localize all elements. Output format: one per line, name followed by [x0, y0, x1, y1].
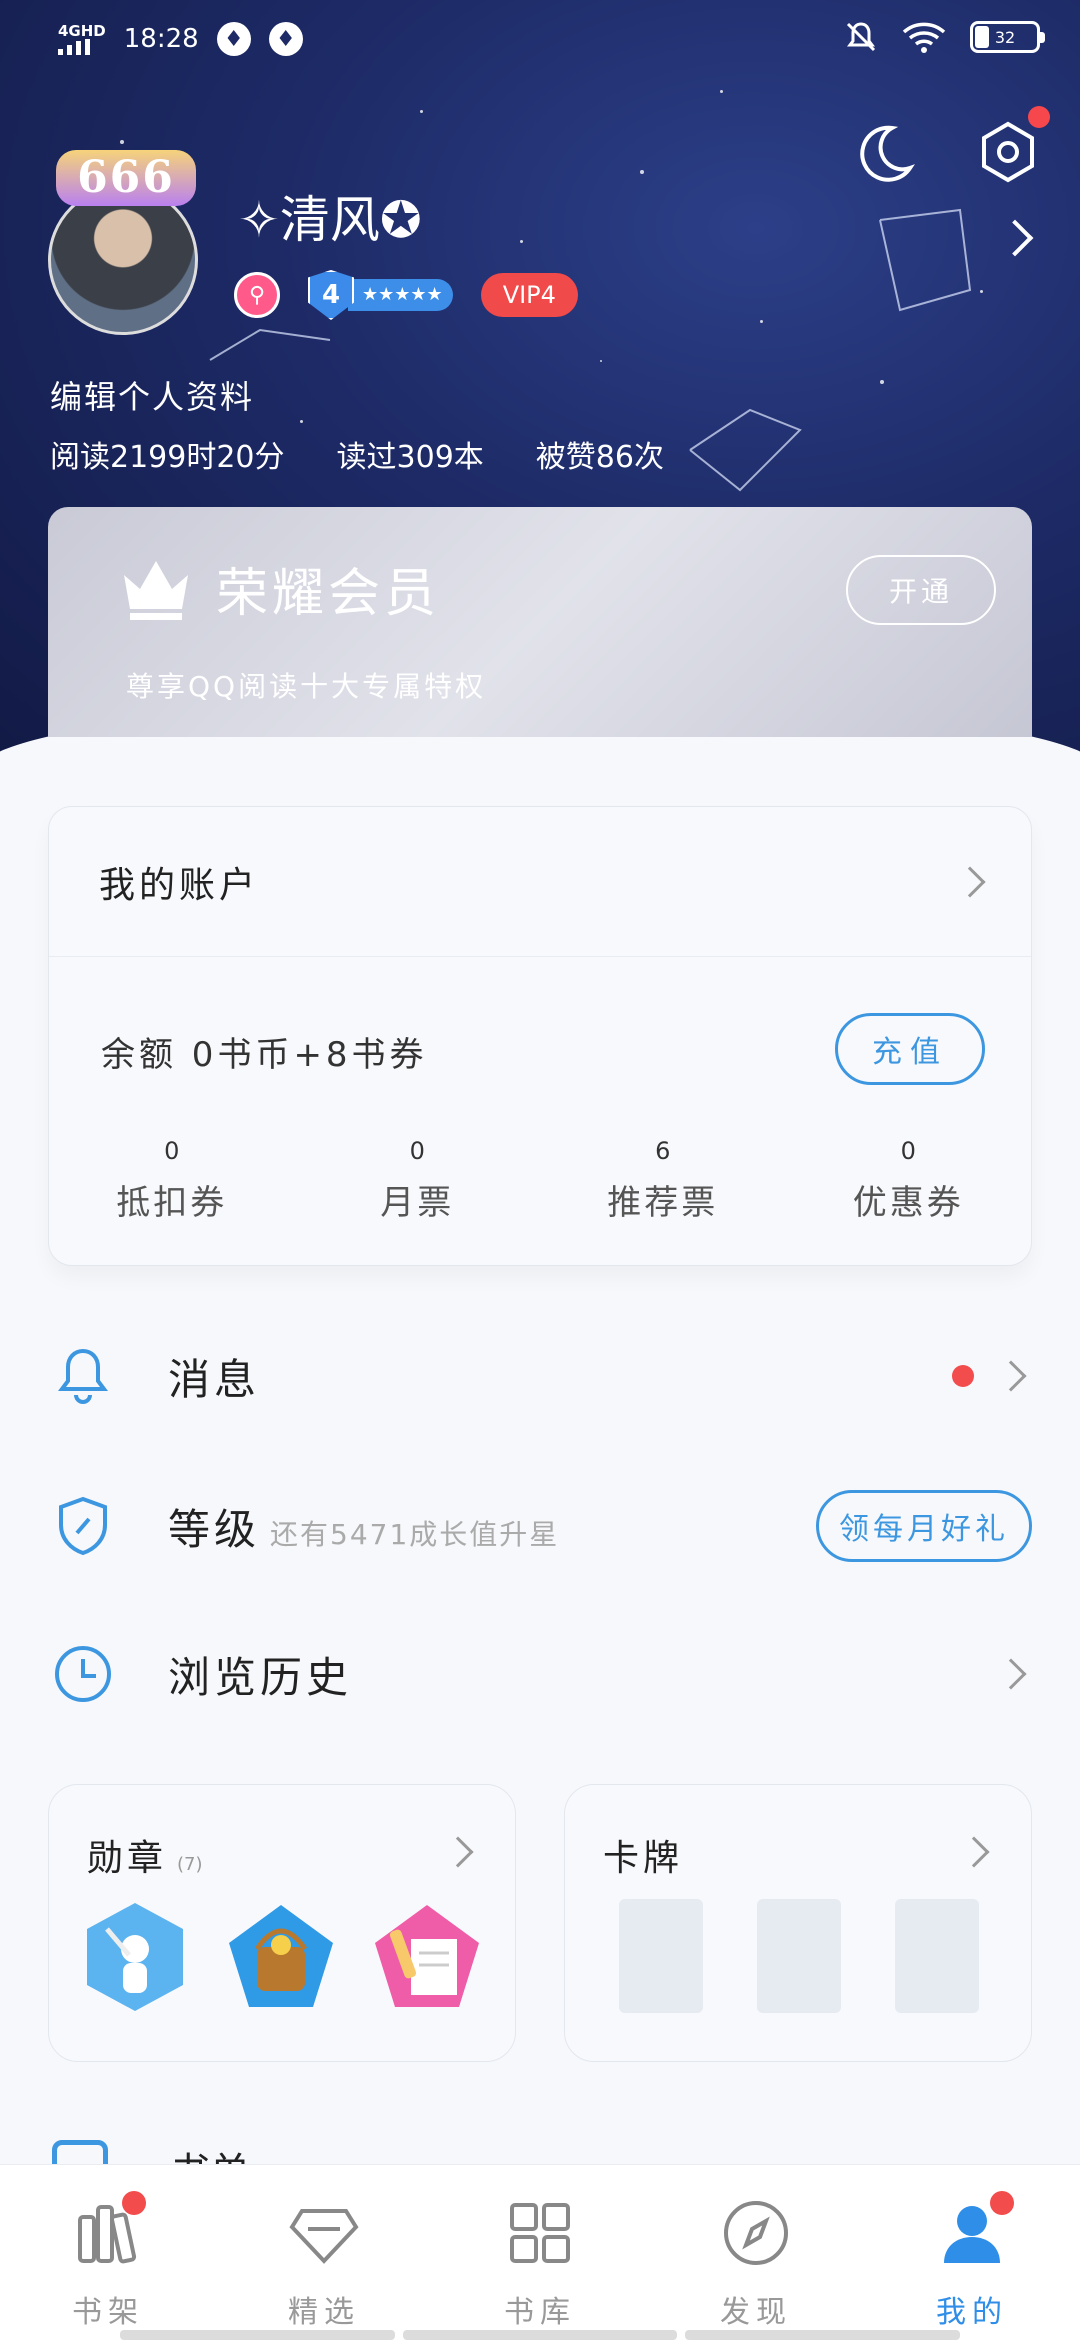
- vip-badge[interactable]: VIP4: [480, 273, 578, 317]
- account-title: 我的账户: [99, 864, 260, 906]
- bell-icon: [58, 1348, 108, 1404]
- monthly-gift-button[interactable]: 领每月好礼: [816, 1490, 1032, 1562]
- signal-indicator: 4GHD: [58, 23, 106, 55]
- notification-app-icon: ♦: [268, 22, 303, 56]
- chevron-right-icon: [995, 1658, 1027, 1690]
- medals-count: (7): [177, 1854, 203, 1875]
- messages-label: 消息: [168, 1354, 261, 1404]
- knight-medal-icon[interactable]: [77, 1899, 193, 2015]
- unread-dot: [952, 1365, 974, 1387]
- card-slot[interactable]: [619, 1899, 703, 2013]
- chevron-right-icon: [442, 1836, 474, 1868]
- ticket-coupon[interactable]: 0 优惠券: [786, 1137, 1032, 1224]
- balance-text: 余额 0书币+8书券: [101, 1035, 428, 1075]
- reading-stats: 阅读2199时20分 读过309本 被赞86次: [50, 432, 664, 476]
- recharge-button[interactable]: 充值: [835, 1013, 985, 1085]
- level-label: 等级: [168, 1504, 261, 1554]
- vip-membership-card[interactable]: 荣耀会员 尊享QQ阅读十大专属特权 开通: [48, 507, 1032, 737]
- clock-icon: [55, 1646, 111, 1702]
- stat-likes: 被赞86次: [535, 440, 664, 475]
- ticket-recommend[interactable]: 6 推荐票: [540, 1137, 786, 1224]
- tab-me[interactable]: 我的: [864, 2165, 1080, 2340]
- vip-title: 荣耀会员: [216, 564, 441, 624]
- night-mode-icon[interactable]: [852, 122, 916, 186]
- card-slot[interactable]: [757, 1899, 841, 2013]
- medals-title: 勋章: [87, 1838, 168, 1879]
- avatar[interactable]: 666: [44, 150, 204, 340]
- shield-icon: [59, 1496, 107, 1556]
- chevron-right-icon: [954, 865, 986, 898]
- vip-subtitle: 尊享QQ阅读十大专属特权: [126, 670, 487, 703]
- history-label: 浏览历史: [168, 1652, 353, 1702]
- compass-icon: [724, 2201, 788, 2265]
- level-hint: 还有5471成长值升星: [270, 1517, 560, 1551]
- ticket-deduction[interactable]: 0 抵扣券: [49, 1137, 295, 1224]
- nickname: ✧清风✪: [238, 191, 422, 249]
- tab-library[interactable]: 书库: [432, 2165, 648, 2340]
- card-slot[interactable]: [895, 1899, 979, 2013]
- open-vip-button[interactable]: 开通: [846, 555, 996, 625]
- bookshelf-badge: [122, 2191, 146, 2215]
- tab-featured[interactable]: 精选: [216, 2165, 432, 2340]
- grid-icon: [510, 2203, 570, 2263]
- wifi-icon: [902, 22, 946, 53]
- clock: 18:28: [123, 24, 199, 54]
- search-badge-icon[interactable]: ⚲: [234, 272, 280, 318]
- ticket-monthly[interactable]: 0 月票: [295, 1137, 541, 1224]
- cards-card[interactable]: 卡牌: [564, 1784, 1032, 2062]
- tab-discover[interactable]: 发现: [648, 2165, 864, 2340]
- status-bar: 4GHD 18:28 ♦ ♦ 32: [0, 0, 1080, 86]
- settings-icon[interactable]: [976, 120, 1040, 184]
- writer-medal-icon[interactable]: [369, 1899, 485, 2015]
- notification-app-icon: ♦: [216, 22, 251, 56]
- gesture-bar: [120, 2330, 961, 2340]
- history-row[interactable]: 浏览历史: [0, 1614, 1080, 1734]
- mute-bell-icon: [846, 22, 876, 52]
- level-row[interactable]: 等级 还有5471成长值升星 领每月好礼: [0, 1466, 1080, 1586]
- tab-bookshelf[interactable]: 书架: [0, 2165, 216, 2340]
- settings-badge: [1028, 106, 1050, 128]
- avatar-badge: 666: [56, 150, 196, 206]
- me-badge: [990, 2191, 1014, 2215]
- my-account-row[interactable]: 我的账户: [49, 807, 1031, 957]
- edit-profile-link[interactable]: 编辑个人资料: [50, 372, 254, 418]
- level-badge[interactable]: 4 ★★★★★: [308, 270, 453, 320]
- bottom-navigation: 书架 精选 书库 发现 我的: [0, 2164, 1080, 2340]
- stat-books-read: 读过309本: [336, 440, 484, 475]
- diamond-icon: [289, 2209, 359, 2264]
- chevron-right-icon: [958, 1836, 990, 1868]
- account-card: 我的账户 余额 0书币+8书券 充值 0 抵扣券 0 月票 6 推荐票 0 优惠券: [48, 806, 1032, 1266]
- battery-icon: 32: [970, 21, 1045, 53]
- cards-title: 卡牌: [603, 1838, 684, 1879]
- chevron-right-icon: [995, 1360, 1027, 1392]
- stat-reading-time: 阅读2199时20分: [50, 440, 285, 475]
- messages-row[interactable]: 消息: [0, 1316, 1080, 1436]
- basket-medal-icon[interactable]: [223, 1899, 339, 2015]
- medals-card[interactable]: 勋章 (7): [48, 1784, 516, 2062]
- crown-icon: [124, 561, 188, 620]
